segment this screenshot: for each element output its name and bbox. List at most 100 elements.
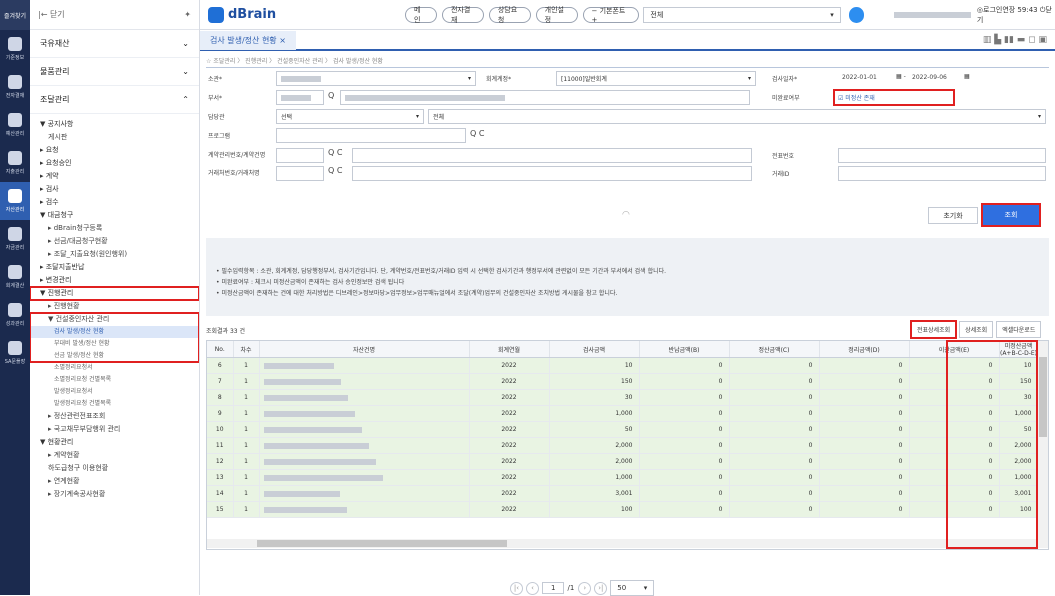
top-pill-0[interactable]: 메 인 — [405, 6, 437, 24]
dept-code[interactable] — [276, 90, 324, 105]
menu-item[interactable]: ▸ 요청 — [30, 144, 199, 157]
tab-inspection-status[interactable]: 검사 발생/정산 현황 × — [200, 30, 296, 50]
first-page-icon[interactable]: |‹ — [510, 581, 523, 595]
rail-item-4[interactable]: 자산관리 — [0, 182, 30, 220]
table-row[interactable]: 14 1 2022 3,001 0 0 0 0 3,001 — [207, 485, 1039, 502]
menu-item[interactable]: ▸ 계약현황 — [30, 449, 199, 462]
table-row[interactable]: 15 1 2022 100 0 0 0 0 100 — [207, 501, 1039, 518]
trade-id-input[interactable] — [838, 166, 1046, 181]
menu-item[interactable]: 발생정리요청 건별목록 — [30, 398, 199, 410]
menu-item[interactable]: ▼ 건설중인자산 관리 — [30, 313, 199, 326]
session-info[interactable]: ◎로그인연장 59:43 ⏻닫기 — [977, 5, 1055, 25]
assistant-icon[interactable] — [848, 6, 865, 23]
menu-item[interactable]: ▸ 검수 — [30, 196, 199, 209]
column-header[interactable]: 미정산금액(A+B-C-D-E) — [999, 341, 1039, 358]
top-pill-2[interactable]: 상담요청 — [488, 6, 531, 24]
menu-item[interactable]: ▸ 조달지출반납 — [30, 261, 199, 274]
pin-icon[interactable]: ✦ — [184, 10, 191, 19]
next-page-icon[interactable]: › — [578, 581, 592, 595]
column-header[interactable]: No. — [207, 341, 234, 358]
menu-item[interactable]: ▸ 조달_지출요청(원인행위) — [30, 248, 199, 261]
column-header[interactable]: 이관금액(E) — [909, 341, 1000, 358]
menu-item[interactable]: ▸ 검사 — [30, 183, 199, 196]
column-header[interactable]: 반납금액(B) — [639, 341, 730, 358]
top-pill-1[interactable]: 전자결재 — [441, 6, 484, 24]
column-header[interactable]: 정산금액(C) — [729, 341, 820, 358]
search-button[interactable]: 조회 — [981, 203, 1041, 227]
search-icon[interactable]: Q C — [328, 148, 342, 157]
menu-category-0[interactable]: 국유재산 ⌄ — [30, 30, 199, 58]
menu-item[interactable]: ▸ 정산관련전표조회 — [30, 410, 199, 423]
layout-icons[interactable]: ▥ ▙ ▮▮ ▬ ◻ ▣ — [983, 35, 1047, 45]
unsettled-checkbox[interactable]: ☑ 미정산 존재 — [833, 89, 955, 106]
table-row[interactable]: 6 1 2022 10 0 0 0 0 10 — [207, 357, 1039, 374]
table-row[interactable]: 7 1 2022 150 0 0 0 0 150 — [207, 373, 1039, 390]
reset-button[interactable]: 초기화 — [928, 207, 978, 224]
rail-item-3[interactable]: 지출관리 — [0, 144, 30, 182]
menu-item[interactable]: ▸ 장기계속공사현황 — [30, 488, 199, 501]
page-size-select[interactable]: 50 ▾ — [610, 580, 655, 596]
menu-item[interactable]: ▼ 공지사항 — [30, 118, 199, 131]
rail-item-5[interactable]: 자금관리 — [0, 220, 30, 258]
rail-item-8[interactable]: SA문플장 — [0, 334, 30, 372]
rail-item-2[interactable]: 예산관리 — [0, 106, 30, 144]
global-select[interactable]: 전체 ▾ — [643, 6, 841, 23]
menu-item[interactable]: 소멸정리요청 건별목록 — [30, 374, 199, 386]
table-row[interactable]: 12 1 2022 2,000 0 0 0 0 2,000 — [207, 453, 1039, 470]
rail-item-6[interactable]: 회계결산 — [0, 258, 30, 296]
rail-item-7[interactable]: 성과관리 — [0, 296, 30, 334]
vertical-scrollbar[interactable] — [1038, 341, 1048, 548]
horizontal-scrollbar[interactable] — [207, 539, 1038, 548]
date-to[interactable]: 2022-09-06 — [912, 74, 947, 81]
grid-button-1[interactable]: 상세조회 — [959, 321, 994, 338]
table-row[interactable]: 9 1 2022 1,000 0 0 0 0 1,000 — [207, 405, 1039, 422]
voucher-input[interactable] — [838, 148, 1046, 163]
table-row[interactable]: 10 1 2022 50 0 0 0 0 50 — [207, 421, 1039, 438]
menu-item[interactable]: 발생정리요청서 — [30, 386, 199, 398]
prev-page-icon[interactable]: ‹ — [526, 581, 539, 595]
menu-category-1[interactable]: 물품관리 ⌄ — [30, 58, 199, 86]
contract-number[interactable] — [276, 148, 324, 163]
menu-item[interactable]: ▸ 연계현황 — [30, 475, 199, 488]
table-row[interactable]: 11 1 2022 2,000 0 0 0 0 2,000 — [207, 437, 1039, 454]
menu-category-2[interactable]: 조달관리 ⌃ — [30, 86, 199, 114]
menu-item[interactable]: ▸ 선금/대금청구현황 — [30, 235, 199, 248]
top-pill-4[interactable]: − 기본폰트 + — [582, 6, 640, 24]
table-row[interactable]: 8 1 2022 30 0 0 0 0 30 — [207, 389, 1039, 406]
table-row[interactable]: 13 1 2022 1,000 0 0 0 0 1,000 — [207, 469, 1039, 486]
calendar-icon[interactable]: ▦ — [964, 73, 970, 80]
close-menu-button[interactable]: |← 닫기 — [38, 9, 65, 20]
column-header[interactable]: 차수 — [233, 341, 260, 358]
last-page-icon[interactable]: ›| — [594, 581, 608, 595]
rail-item-0[interactable]: 기준정보 — [0, 30, 30, 68]
column-header[interactable]: 자산건명 — [259, 341, 470, 358]
collapse-icon[interactable]: ◠ — [622, 210, 630, 220]
menu-item[interactable]: 부대비 발생/정산 현황 — [30, 338, 199, 350]
menu-item[interactable]: 검사 발생/정산 현황 — [30, 326, 199, 338]
menu-item[interactable]: 게시판 — [30, 131, 199, 144]
date-from[interactable]: 2022-01-01 — [842, 74, 877, 81]
manager-select[interactable]: 선택 ▾ — [276, 109, 424, 124]
menu-item[interactable]: ▸ dBrain청구등록 — [30, 222, 199, 235]
org-select[interactable]: ▾ — [276, 71, 476, 86]
menu-item[interactable]: ▸ 요청승인 — [30, 157, 199, 170]
grid-button-2[interactable]: 엑셀다운로드 — [996, 321, 1042, 338]
search-icon[interactable]: Q C — [470, 129, 484, 138]
menu-item[interactable]: 소멸정리요청서 — [30, 362, 199, 374]
grid-button-0[interactable]: 전표상세조회 — [909, 320, 958, 339]
program-input[interactable] — [276, 128, 466, 143]
menu-item[interactable]: ▼ 현황관리 — [30, 436, 199, 449]
menu-item[interactable]: ▼ 대금청구 — [30, 209, 199, 222]
manager-dept-select[interactable]: 전체 ▾ — [428, 109, 1046, 124]
account-select[interactable]: [11000]일반회계 ▾ — [556, 71, 756, 86]
column-header[interactable]: 검사금액 — [549, 341, 640, 358]
top-pill-3[interactable]: 개인설정 — [535, 6, 578, 24]
vendor-number[interactable] — [276, 166, 324, 181]
menu-item[interactable]: ▸ 변경관리 — [30, 274, 199, 287]
column-header[interactable]: 정리금액(D) — [819, 341, 910, 358]
menu-item[interactable]: ▸ 계약 — [30, 170, 199, 183]
favorites-button[interactable]: 즐겨찾기 — [0, 0, 30, 30]
menu-item[interactable]: 선금 발생/정산 현황 — [30, 350, 199, 362]
page-number[interactable]: 1 — [542, 582, 565, 594]
rail-item-1[interactable]: 전자결재 — [0, 68, 30, 106]
